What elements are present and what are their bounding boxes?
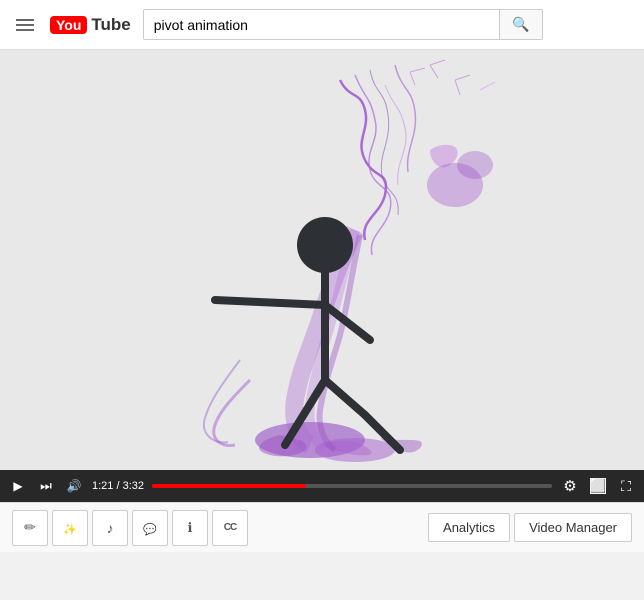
skip-icon: ⏭ xyxy=(38,478,54,494)
theater-icon: ⬜ xyxy=(590,478,606,494)
controls-bar: ⏭ 🔊 1:21 / 3:32 ⚙ ⬜ ⛶ xyxy=(0,470,644,502)
search-input[interactable] xyxy=(144,10,500,39)
settings-button[interactable]: ⚙ xyxy=(560,476,580,496)
info-icon xyxy=(188,519,193,536)
edit-button[interactable] xyxy=(12,510,48,546)
video-wrapper: ⏭ 🔊 1:21 / 3:32 ⚙ ⬜ ⛶ xyxy=(0,50,644,502)
search-button[interactable]: 🔍 xyxy=(499,10,541,39)
progress-area[interactable] xyxy=(152,470,552,502)
search-icon: 🔍 xyxy=(512,16,529,33)
analytics-label: Analytics xyxy=(443,520,495,535)
captions-button[interactable]: CC xyxy=(212,510,248,546)
skip-button[interactable]: ⏭ xyxy=(36,476,56,496)
music-icon xyxy=(107,520,114,536)
video-manager-button[interactable]: Video Manager xyxy=(514,513,632,542)
yt-icon: You xyxy=(50,16,87,34)
cc-icon: CC xyxy=(224,522,236,533)
bubble-icon xyxy=(143,520,157,536)
header: You Tube 🔍 xyxy=(0,0,644,50)
theater-button[interactable]: ⬜ xyxy=(588,476,608,496)
audio-button[interactable] xyxy=(92,510,128,546)
time-display: 1:21 / 3:32 xyxy=(92,480,144,492)
progress-fill xyxy=(152,484,306,488)
info-button[interactable] xyxy=(172,510,208,546)
total-time: 3:32 xyxy=(123,480,144,492)
annotations-button[interactable] xyxy=(132,510,168,546)
fullscreen-button[interactable]: ⛶ xyxy=(616,476,636,496)
pencil-icon xyxy=(24,519,36,536)
settings-icon: ⚙ xyxy=(562,478,578,494)
youtube-logo[interactable]: You Tube xyxy=(50,15,131,35)
play-icon xyxy=(10,478,26,494)
current-time: 1:21 xyxy=(92,480,113,492)
stick-head xyxy=(297,217,353,273)
video-canvas[interactable] xyxy=(0,50,644,470)
wand-icon xyxy=(63,520,77,536)
play-button[interactable] xyxy=(8,476,28,496)
search-bar: 🔍 xyxy=(143,9,543,40)
analytics-button[interactable]: Analytics xyxy=(428,513,510,542)
video-frame xyxy=(0,50,644,470)
video-manager-label: Video Manager xyxy=(529,520,617,535)
volume-icon: 🔊 xyxy=(66,478,82,494)
volume-button[interactable]: 🔊 xyxy=(64,476,84,496)
progress-track[interactable] xyxy=(152,484,552,488)
bottom-toolbar: CC Analytics Video Manager xyxy=(0,502,644,552)
menu-button[interactable] xyxy=(12,15,38,35)
enhance-button[interactable] xyxy=(52,510,88,546)
fullscreen-icon: ⛶ xyxy=(618,478,634,494)
